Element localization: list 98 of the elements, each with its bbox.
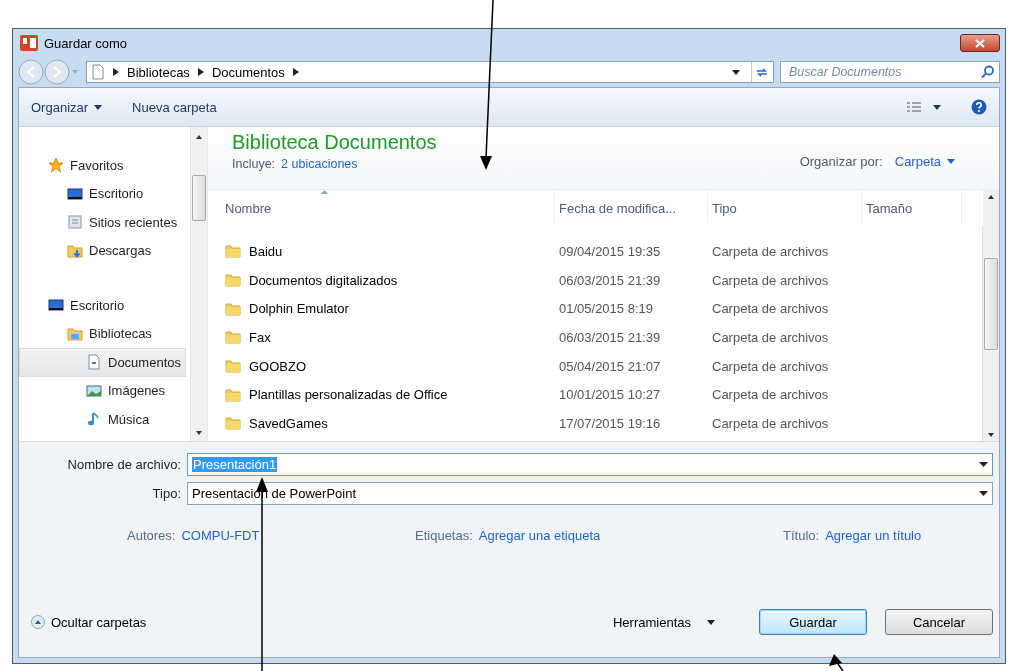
caret-icon	[933, 104, 941, 110]
metadata-label: Etiquetas:	[415, 527, 473, 543]
modified-date: 06/03/2015 21:39	[559, 329, 661, 345]
chevron-icon	[292, 68, 299, 76]
file-name[interactable]: SavedGames	[249, 415, 328, 431]
library-title: Biblioteca Documentos	[232, 131, 437, 154]
metadata-value[interactable]: Agregar un título	[825, 527, 922, 543]
metadata-label: Título:	[783, 527, 820, 543]
file-name[interactable]: Baidu	[249, 243, 283, 259]
window-title: Guardar como	[44, 35, 128, 51]
search-icon	[981, 65, 995, 79]
modified-date: 01/05/2015 8:19	[559, 301, 653, 317]
modified-date: 10/01/2015 10:27	[559, 387, 661, 403]
modified-date: 05/04/2015 21:07	[559, 358, 661, 374]
image-icon	[86, 382, 102, 399]
folder-icon	[225, 415, 241, 432]
caret-icon	[707, 619, 715, 625]
app-icon	[20, 35, 38, 51]
document-icon	[91, 64, 105, 80]
search-field[interactable]: Buscar Documentos	[780, 61, 1000, 83]
file-type: Carpeta de archivos	[712, 272, 829, 288]
file-type: Carpeta de archivos	[712, 329, 829, 345]
file-type: Carpeta de archivos	[712, 415, 829, 431]
file-type: Carpeta de archivos	[712, 387, 829, 403]
column-header[interactable]: Tamaño	[862, 190, 962, 226]
file-name[interactable]: Fax	[249, 329, 271, 345]
hide-folders-button[interactable]: Ocultar carpetas	[31, 614, 147, 630]
caret-icon	[947, 158, 955, 164]
close-button[interactable]	[960, 34, 1000, 52]
chevron-icon	[197, 68, 204, 76]
nav-item[interactable]: Sitios recientes	[19, 208, 186, 237]
breadcrumb-item[interactable]: Documentos	[211, 64, 285, 80]
nav-item[interactable]: Documentos	[19, 348, 186, 377]
new-folder-button[interactable]: Nueva carpeta	[132, 97, 217, 117]
tools-button[interactable]: Herramientas	[606, 613, 721, 631]
arrange-dropdown[interactable]: Carpeta	[894, 153, 955, 169]
folder-icon	[225, 358, 241, 375]
organize-button[interactable]: Organizar	[31, 97, 103, 117]
arrange-label: Organizar por:	[799, 153, 883, 169]
scrollbar[interactable]	[982, 226, 999, 441]
save-button[interactable]: Guardar	[759, 609, 867, 635]
nav-item[interactable]: Escritorio	[19, 291, 186, 320]
nav-item[interactable]: Bibliotecas	[19, 319, 186, 348]
monitor-icon	[48, 297, 64, 314]
library-icon	[67, 325, 83, 342]
help-icon[interactable]	[971, 99, 987, 115]
folder-icon	[225, 243, 241, 260]
caret-icon	[94, 104, 103, 110]
chevron-icon	[113, 68, 119, 76]
scrollbar-thumb[interactable]	[984, 258, 998, 350]
nav-item[interactable]: Imágenes	[19, 376, 186, 405]
address-bar[interactable]: Bibliotecas Documentos	[86, 61, 774, 83]
folder-icon	[225, 329, 241, 346]
nav-item[interactable]: Favoritos	[19, 151, 186, 180]
folder-icon	[225, 300, 241, 317]
filename-label: Nombre de archivo:	[66, 457, 182, 472]
music-note-icon	[86, 411, 102, 428]
recent-places-icon	[67, 214, 83, 231]
close-icon	[975, 38, 985, 48]
monitor-icon	[67, 185, 83, 202]
star-icon	[48, 157, 64, 174]
view-button[interactable]	[907, 99, 941, 115]
file-name[interactable]: Dolphin Emulator	[249, 301, 349, 317]
file-name[interactable]: Documentos digitalizados	[249, 272, 398, 288]
breadcrumb-item[interactable]: Bibliotecas	[127, 64, 190, 80]
file-type: Carpeta de archivos	[712, 358, 829, 374]
scrollbar-thumb[interactable]	[192, 175, 206, 221]
sort-arrow-icon	[320, 190, 328, 194]
file-type: Carpeta de archivos	[712, 301, 829, 317]
nav-item[interactable]: Música	[19, 405, 186, 434]
folder-icon	[225, 272, 241, 289]
file-type: Carpeta de archivos	[712, 243, 829, 259]
download-folder-icon	[67, 242, 83, 259]
folder-icon	[225, 386, 241, 403]
scrollbar[interactable]	[190, 127, 207, 441]
dropdown-caret-icon[interactable]	[979, 462, 988, 467]
metadata-value[interactable]: COMPU-FDT	[181, 527, 260, 543]
cancel-button[interactable]: Cancelar	[885, 609, 993, 635]
file-name[interactable]: Plantillas personalizadas de Office	[249, 387, 448, 403]
list-view-icon	[907, 101, 921, 113]
includes-label: Incluye:	[232, 157, 276, 171]
annotation-arrow	[829, 654, 844, 671]
metadata-value[interactable]: Agregar una etiqueta	[478, 527, 601, 543]
column-header[interactable]: Nombre	[221, 190, 555, 226]
collapse-icon	[31, 615, 45, 629]
document-icon	[86, 354, 102, 371]
modified-date: 06/03/2015 21:39	[559, 272, 661, 288]
metadata-label: Autores:	[127, 527, 176, 543]
nav-item[interactable]: Escritorio	[19, 179, 186, 208]
column-header[interactable]: Tipo	[708, 190, 862, 226]
file-type-label: Tipo:	[151, 486, 182, 501]
modified-date: 17/07/2015 19:16	[559, 415, 661, 431]
nav-item[interactable]: Descargas	[19, 236, 186, 265]
locations-link[interactable]: 2 ubicaciones	[281, 157, 358, 171]
dropdown-caret-icon[interactable]	[979, 491, 988, 496]
column-header[interactable]: Fecha de modifica...	[555, 190, 708, 226]
modified-date: 09/04/2015 19:35	[559, 243, 661, 259]
file-name[interactable]: GOOBZO	[249, 358, 307, 374]
